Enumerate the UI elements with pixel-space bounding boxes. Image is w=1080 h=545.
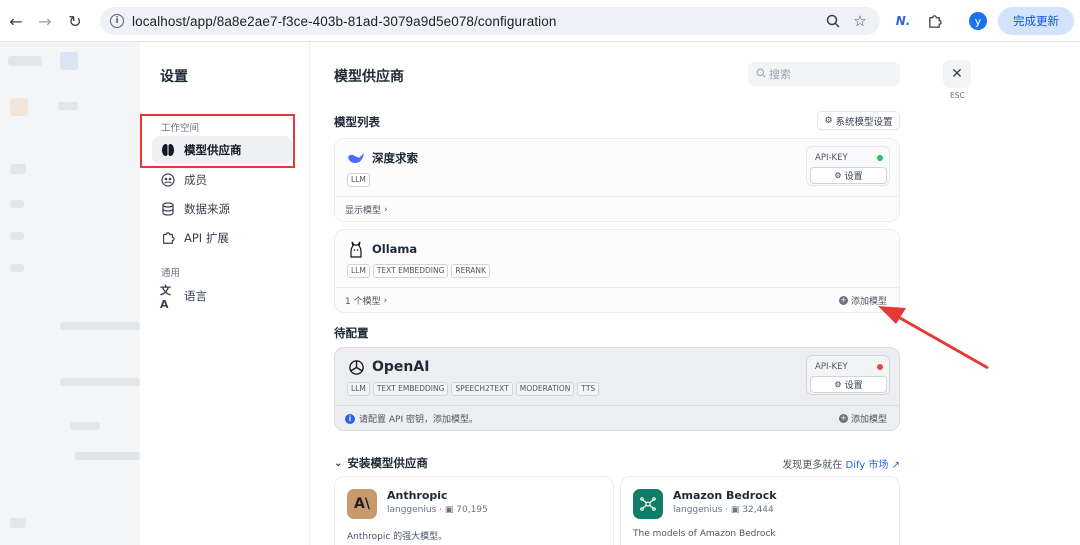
app-backdrop bbox=[0, 42, 140, 545]
plugin-meta: langgenius · ▣ 32,444 bbox=[673, 505, 774, 515]
search-icon bbox=[756, 68, 766, 81]
back-icon[interactable]: ← bbox=[4, 9, 28, 33]
model-provider-panel: 模型供应商 搜索 模型列表 ⚙ 系统模型设置 深度求索 LLM API-KEY … bbox=[315, 42, 925, 545]
plugin-card-anthropic[interactable]: A\ Anthropic langgenius · ▣ 70,195 Anthr… bbox=[334, 476, 614, 545]
install-providers-toggle[interactable]: ⌄ 安装模型供应商 bbox=[334, 455, 428, 471]
tag: TEXT EMBEDDING bbox=[372, 264, 449, 278]
close-icon[interactable]: ✕ bbox=[943, 60, 971, 88]
add-model-button[interactable]: + 添加模型 bbox=[838, 294, 887, 307]
status-dot-icon bbox=[877, 364, 883, 370]
provider-name: 深度求索 bbox=[347, 149, 418, 167]
llama-logo-icon bbox=[347, 240, 365, 258]
settings-modal: 设置 工作空间 模型供应商 成员 数据来源 API 扩展 通用 文A 语言 模型… bbox=[140, 42, 940, 545]
reload-icon[interactable]: ↻ bbox=[63, 9, 87, 33]
translate-icon: 文A bbox=[160, 283, 171, 311]
whale-logo-icon bbox=[347, 149, 365, 167]
members-icon bbox=[160, 172, 176, 188]
provider-name: OpenAI bbox=[347, 358, 429, 376]
tag: SPEECH2TEXT bbox=[451, 382, 513, 396]
nav-item-label: API 扩展 bbox=[184, 231, 229, 245]
model-count-toggle[interactable]: 1 个模型 › + 添加模型 bbox=[335, 287, 899, 313]
nav-group-general: 通用 bbox=[161, 268, 181, 279]
openai-logo-icon bbox=[347, 358, 365, 376]
config-notice: i 请配置 API 密钥，添加模型。 + 添加模型 bbox=[335, 405, 899, 431]
sliders-icon: ⚙ bbox=[834, 171, 842, 180]
pending-label: 待配置 bbox=[334, 326, 369, 340]
esc-label: ESC bbox=[950, 91, 965, 100]
api-settings-button[interactable]: ⚙ 设置 bbox=[810, 167, 887, 184]
chevron-down-icon: ⌄ bbox=[334, 457, 343, 469]
anthropic-logo-icon: A\ bbox=[347, 489, 377, 519]
nav-item-data-source[interactable]: 数据来源 bbox=[152, 195, 292, 223]
api-key-box: API-KEY ⚙ 设置 bbox=[806, 146, 890, 186]
status-dot-icon bbox=[877, 155, 883, 161]
plus-circle-icon: + bbox=[838, 414, 848, 423]
model-list-label: 模型列表 bbox=[334, 115, 380, 129]
bedrock-logo-icon bbox=[633, 489, 663, 519]
show-models-toggle[interactable]: 显示模型 › bbox=[335, 196, 899, 222]
nav-item-api-extension[interactable]: API 扩展 bbox=[152, 224, 292, 252]
forward-icon[interactable]: → bbox=[33, 9, 57, 33]
nav-item-label: 语言 bbox=[184, 289, 207, 303]
provider-name: Ollama bbox=[347, 240, 417, 258]
address-bar[interactable]: i localhost/app/8a8e2ae7-f3ce-403b-81ad-… bbox=[100, 7, 880, 35]
tag: LLM bbox=[347, 382, 370, 396]
update-button[interactable]: 完成更新 bbox=[998, 7, 1074, 35]
plugin-meta: langgenius · ▣ 70,195 bbox=[387, 505, 488, 515]
tag: TTS bbox=[577, 382, 600, 396]
info-icon: i bbox=[345, 413, 355, 424]
download-icon: ▣ bbox=[730, 505, 740, 515]
sliders-icon: ⚙ bbox=[834, 380, 842, 389]
marketplace-link[interactable]: 发现更多就在 Dify 市场 ↗ bbox=[782, 456, 900, 471]
tag: RERANK bbox=[451, 264, 490, 278]
profile-avatar[interactable]: y bbox=[969, 12, 987, 30]
tag: TEXT EMBEDDING bbox=[372, 382, 449, 396]
database-icon bbox=[160, 201, 176, 217]
tag: MODERATION bbox=[515, 382, 575, 396]
url-text: localhost/app/8a8e2ae7-f3ce-403b-81ad-30… bbox=[132, 13, 557, 29]
bookmark-star-icon[interactable]: ☆ bbox=[849, 10, 871, 32]
chevron-right-icon: › bbox=[384, 204, 388, 215]
puzzle-icon bbox=[160, 230, 176, 246]
nav-item-language[interactable]: 文A 语言 bbox=[152, 282, 292, 311]
site-info-icon[interactable]: i bbox=[110, 14, 124, 28]
provider-card-openai: OpenAI LLM TEXT EMBEDDING SPEECH2TEXT MO… bbox=[334, 347, 900, 431]
tag: LLM bbox=[347, 173, 370, 187]
api-key-box: API-KEY ⚙ 设置 bbox=[806, 355, 890, 395]
extensions-puzzle-icon[interactable] bbox=[923, 10, 945, 32]
search-placeholder: 搜索 bbox=[769, 68, 791, 81]
external-link-icon: ↗ bbox=[891, 460, 900, 471]
settings-title: 设置 bbox=[160, 69, 188, 85]
nav-item-label: 数据来源 bbox=[184, 202, 230, 216]
tag: LLM bbox=[347, 264, 370, 278]
nav-item-label: 成员 bbox=[184, 173, 207, 187]
plugin-card-amazon-bedrock[interactable]: Amazon Bedrock langgenius · ▣ 32,444 The… bbox=[620, 476, 900, 545]
api-settings-button[interactable]: ⚙ 设置 bbox=[810, 376, 887, 393]
provider-card-ollama: Ollama LLM TEXT EMBEDDING RERANK 1 个模型 ›… bbox=[334, 229, 900, 313]
download-icon: ▣ bbox=[444, 505, 454, 515]
system-model-settings-button[interactable]: ⚙ 系统模型设置 bbox=[817, 111, 900, 130]
browser-toolbar: ← → ↻ i localhost/app/8a8e2ae7-f3ce-403b… bbox=[0, 0, 1080, 42]
capability-tags: LLM bbox=[347, 173, 370, 187]
extension-logo-icon[interactable]: N. bbox=[892, 10, 914, 32]
provider-card-deepseek: 深度求索 LLM API-KEY ⚙ 设置 显示模型 › bbox=[334, 138, 900, 222]
add-model-button[interactable]: + 添加模型 bbox=[838, 412, 887, 425]
annotation-highlight-box bbox=[140, 114, 295, 168]
settings-sidebar: 设置 工作空间 模型供应商 成员 数据来源 API 扩展 通用 文A 语言 bbox=[140, 42, 310, 545]
search-input[interactable]: 搜索 bbox=[748, 62, 900, 86]
zoom-icon[interactable] bbox=[822, 10, 844, 32]
capability-tags: LLM TEXT EMBEDDING RERANK bbox=[347, 264, 490, 278]
chevron-right-icon: › bbox=[383, 295, 388, 306]
page-title: 模型供应商 bbox=[334, 69, 404, 85]
capability-tags: LLM TEXT EMBEDDING SPEECH2TEXT MODERATIO… bbox=[347, 382, 600, 396]
plus-circle-icon: + bbox=[838, 296, 848, 305]
sliders-icon: ⚙ bbox=[824, 115, 833, 126]
nav-item-members[interactable]: 成员 bbox=[152, 166, 292, 194]
